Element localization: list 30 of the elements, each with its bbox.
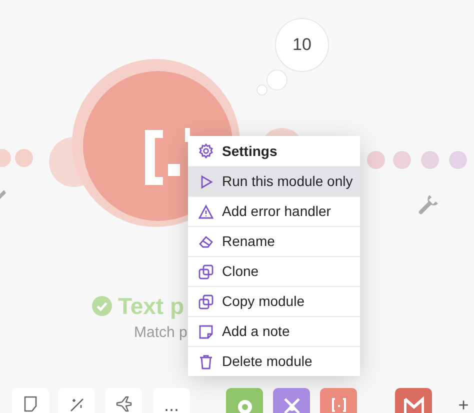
- eraser-icon: [198, 234, 214, 250]
- menu-item[interactable]: Delete module: [188, 346, 360, 376]
- more-button[interactable]: ...: [153, 388, 190, 413]
- menu-item[interactable]: Copy module: [188, 286, 360, 316]
- operation-count: 10: [275, 18, 329, 72]
- menu-item[interactable]: Run this module only: [188, 166, 360, 196]
- settings-icon: [198, 143, 214, 159]
- trash-icon: [198, 354, 214, 370]
- copy-icon: [198, 294, 214, 310]
- warning-icon: [198, 204, 214, 220]
- envelope-icon: [404, 396, 424, 413]
- connector-dot: [15, 149, 33, 167]
- note-icon: [22, 396, 38, 412]
- thought-bubble: [256, 70, 288, 96]
- airplane-icon: [116, 396, 132, 412]
- menu-item[interactable]: Clone: [188, 256, 360, 286]
- module-title: Text p: [118, 292, 184, 321]
- copy-icon: [198, 264, 214, 280]
- menu-item[interactable]: Add error handler: [188, 196, 360, 226]
- menu-item[interactable]: Rename: [188, 226, 360, 256]
- note-icon: [198, 324, 214, 340]
- add-button[interactable]: +: [445, 388, 474, 413]
- connector-dot: [421, 151, 439, 169]
- module-subtitle: Match p: [134, 323, 188, 343]
- menu-item[interactable]: Settings: [188, 136, 360, 166]
- magic-wand-icon: [68, 396, 84, 412]
- connector-dot: [393, 151, 411, 169]
- connector-dot: [449, 151, 467, 169]
- connector-dot: [367, 151, 385, 169]
- menu-item[interactable]: Add a note: [188, 316, 360, 346]
